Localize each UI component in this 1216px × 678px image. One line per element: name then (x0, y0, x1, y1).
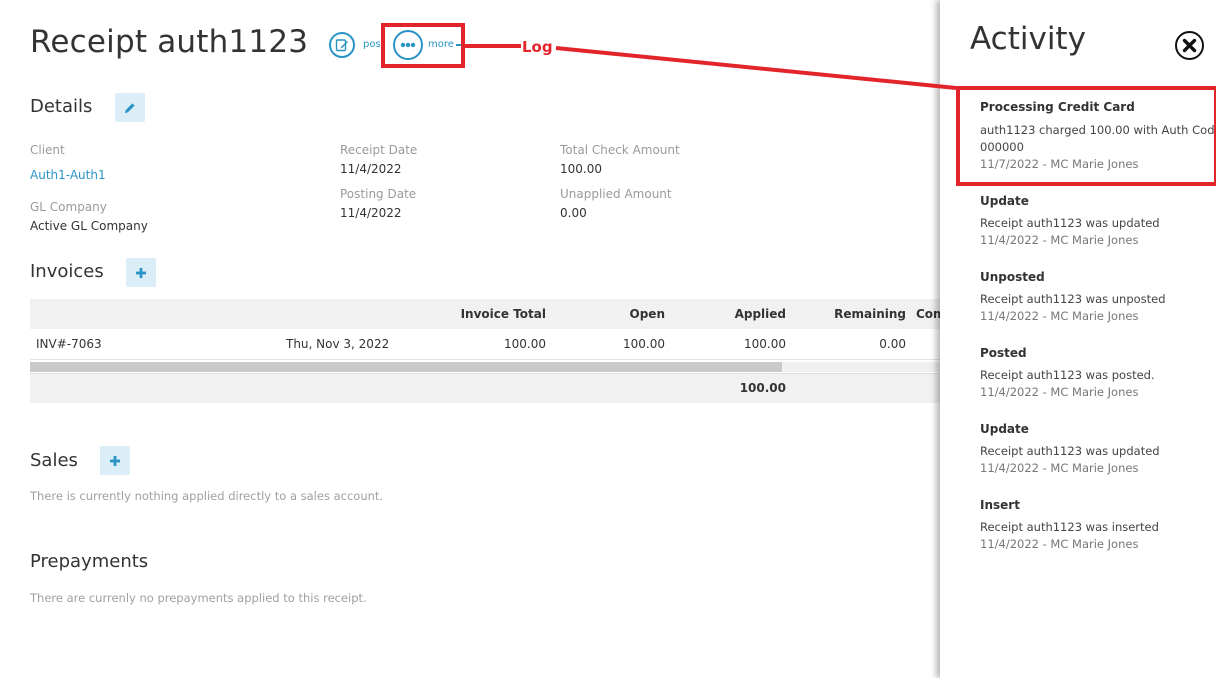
annotation-log-label: Log (522, 38, 553, 56)
annotation-arrow (465, 44, 957, 90)
